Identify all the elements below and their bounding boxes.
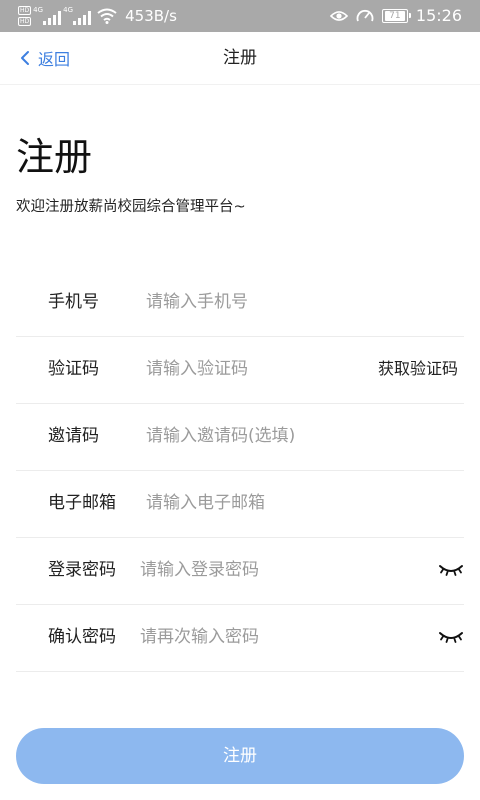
nav-bar: 返回 注册 xyxy=(0,32,480,85)
eye-closed-icon-2[interactable] xyxy=(438,627,464,647)
password-label: 登录密码 xyxy=(48,560,116,580)
page-title: 注册 xyxy=(16,135,93,179)
network-tag-1: 4G xyxy=(33,6,44,14)
password-row: 登录密码 xyxy=(16,538,464,605)
hd-badges: HD HD xyxy=(18,5,32,27)
email-label: 电子邮箱 xyxy=(48,493,116,513)
register-form: 手机号 验证码 获取验证码 邀请码 电子邮箱 登录密码 确认密码 xyxy=(16,270,464,672)
code-input[interactable] xyxy=(146,356,366,382)
hd-badge-1: HD xyxy=(18,6,32,15)
status-bar-left: HD HD 4G 4G 453B/s xyxy=(18,6,177,26)
get-code-button[interactable]: 获取验证码 xyxy=(378,357,458,381)
wifi-icon xyxy=(97,8,117,24)
phone-row: 手机号 xyxy=(16,270,464,337)
email-input[interactable] xyxy=(146,490,366,516)
code-label: 验证码 xyxy=(48,359,99,379)
phone-label: 手机号 xyxy=(48,292,99,312)
signal-icon: 4G xyxy=(33,6,62,25)
network-tag-2: 4G xyxy=(63,6,74,14)
eye-icon xyxy=(329,9,348,23)
signal-icon-2: 4G xyxy=(63,6,92,25)
speedometer-icon xyxy=(356,8,374,24)
confirm-label: 确认密码 xyxy=(48,627,116,647)
hd-badge-2: HD xyxy=(18,17,32,26)
password-input[interactable] xyxy=(140,557,400,583)
invite-input[interactable] xyxy=(146,423,366,449)
confirm-row: 确认密码 xyxy=(16,605,464,672)
register-button[interactable]: 注册 xyxy=(16,728,464,784)
battery-icon: 71 xyxy=(381,9,411,23)
code-row: 验证码 获取验证码 xyxy=(16,337,464,404)
clock: 15:26 xyxy=(415,6,462,25)
page-subtitle: 欢迎注册放薪尚校园综合管理平台~ xyxy=(16,199,246,215)
status-bar: HD HD 4G 4G 453B/s 71 15:26 xyxy=(0,0,480,32)
invite-row: 邀请码 xyxy=(16,404,464,471)
confirm-input[interactable] xyxy=(140,624,400,650)
nav-title: 注册 xyxy=(223,48,257,68)
eye-closed-icon[interactable] xyxy=(438,560,464,580)
net-speed: 453B/s xyxy=(125,7,177,25)
battery-level: 71 xyxy=(384,11,405,21)
email-row: 电子邮箱 xyxy=(16,471,464,538)
phone-input[interactable] xyxy=(146,289,366,315)
status-bar-right: 71 15:26 xyxy=(329,6,462,26)
invite-label: 邀请码 xyxy=(48,426,99,446)
